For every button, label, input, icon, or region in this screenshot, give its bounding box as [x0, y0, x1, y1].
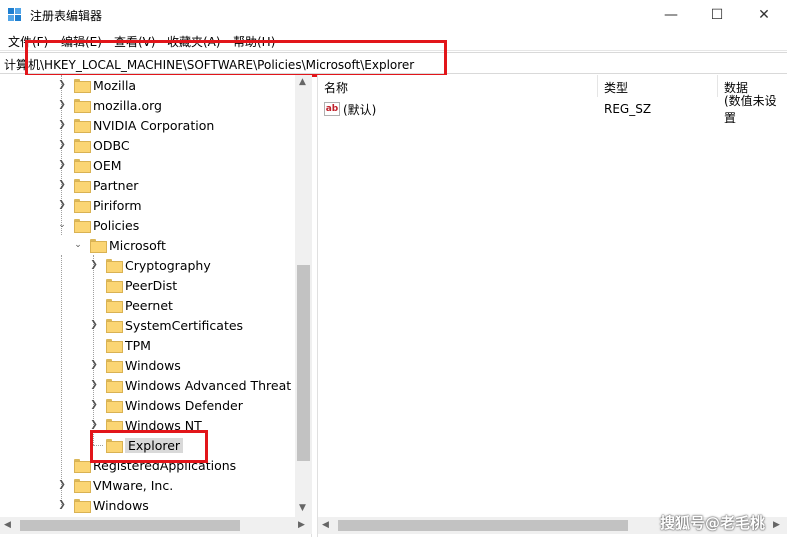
folder-icon [74, 79, 91, 93]
tree-item[interactable]: ❯ VMware, Inc. [56, 475, 173, 495]
chevron-right-icon[interactable]: ❯ [88, 399, 100, 411]
title-bar: 注册表编辑器 — ☐ ✕ [0, 0, 787, 30]
folder-icon [106, 439, 123, 453]
folder-open-icon [74, 219, 91, 233]
address-bar[interactable]: 计算机\HKEY_LOCAL_MACHINE\SOFTWARE\Policies… [0, 52, 787, 74]
tree-item[interactable]: ❯ Mozilla [56, 75, 136, 95]
tree-item-microsoft[interactable]: ⌄ Microsoft [72, 235, 166, 255]
menu-edit[interactable]: 编辑(E) [61, 33, 102, 50]
tree-item[interactable]: ❯ NVIDIA Corporation [56, 115, 214, 135]
chevron-down-icon[interactable]: ⌄ [56, 219, 68, 231]
tree-item[interactable]: ❯ OEM [56, 155, 122, 175]
list-hscroll-thumb[interactable] [338, 520, 628, 531]
tree-vertical-scrollbar[interactable]: ▲ ▼ [295, 75, 312, 517]
folder-icon [74, 139, 91, 153]
folder-icon [74, 479, 91, 493]
folder-icon [106, 399, 123, 413]
folder-icon [106, 299, 123, 313]
value-data: (数值未设置 [724, 94, 777, 125]
tree-item[interactable]: ❯ SystemCertificates [88, 315, 243, 335]
chevron-right-icon[interactable]: ❯ [56, 479, 68, 491]
menu-help[interactable]: 帮助(H) [233, 33, 275, 50]
chevron-right-icon[interactable]: ❯ [56, 99, 68, 111]
folder-icon [74, 179, 91, 193]
folder-icon [106, 259, 123, 273]
folder-icon [106, 319, 123, 333]
scroll-down-icon[interactable]: ▼ [299, 503, 306, 513]
menu-file[interactable]: 文件(F) [8, 33, 48, 50]
folder-icon [106, 379, 123, 393]
tree-item[interactable]: PeerDist [88, 275, 177, 295]
tree-item-explorer-selected[interactable]: Explorer [88, 435, 184, 455]
column-type[interactable]: 类型 [598, 75, 718, 97]
chevron-right-icon[interactable]: ❯ [88, 419, 100, 431]
chevron-right-icon[interactable]: ❯ [56, 79, 68, 91]
chevron-right-icon[interactable]: ❯ [56, 139, 68, 151]
tree-item[interactable]: RegisteredApplications [56, 455, 236, 475]
tree-hscroll-thumb[interactable] [20, 520, 240, 531]
tree-item[interactable]: ❯ Windows NT [88, 415, 202, 435]
scroll-up-icon[interactable]: ▲ [299, 77, 306, 87]
tree-scroll-thumb[interactable] [297, 265, 310, 461]
tree-item[interactable]: ❯ Windows [56, 495, 149, 515]
folder-icon [106, 339, 123, 353]
value-type: REG_SZ [604, 102, 652, 116]
list-item[interactable]: ab (默认) [324, 99, 376, 119]
folder-icon [106, 279, 123, 293]
scroll-left-icon[interactable]: ◀ [4, 520, 11, 530]
folder-icon [74, 159, 91, 173]
folder-icon [74, 99, 91, 113]
folder-open-icon [90, 239, 107, 253]
tree-item[interactable]: ❯ Windows [88, 355, 181, 375]
key-tree: ❯ Mozilla ❯ mozilla.org ❯ NVIDIA Corporatio… [0, 75, 312, 537]
chevron-right-icon[interactable]: ❯ [56, 119, 68, 131]
minimize-button[interactable]: — [648, 0, 694, 30]
regedit-app-icon [8, 8, 22, 22]
scroll-right-icon[interactable]: ▶ [298, 520, 305, 530]
chevron-right-icon[interactable]: ❯ [88, 379, 100, 391]
chevron-right-icon[interactable]: ❯ [56, 179, 68, 191]
chevron-right-icon[interactable]: ❯ [56, 499, 68, 511]
tree-item[interactable]: ❯ Windows Advanced Threat Pr [88, 375, 308, 395]
chevron-right-icon[interactable]: ❯ [88, 359, 100, 371]
folder-icon [106, 419, 123, 433]
tree-item[interactable]: TPM [88, 335, 151, 355]
value-list: 名称 类型 数据 ab (默认) REG_SZ (数值未设置 [317, 75, 787, 537]
scroll-right-icon[interactable]: ▶ [773, 520, 780, 530]
tree-item[interactable]: Peernet [88, 295, 173, 315]
string-value-icon: ab [324, 102, 340, 116]
address-path[interactable]: 计算机\HKEY_LOCAL_MACHINE\SOFTWARE\Policies… [4, 56, 414, 73]
column-name[interactable]: 名称 [318, 75, 598, 97]
maximize-button[interactable]: ☐ [694, 0, 740, 30]
menu-view[interactable]: 查看(V) [114, 33, 156, 50]
tree-horizontal-scrollbar[interactable]: ◀ ▶ [0, 517, 312, 534]
tree-item-policies[interactable]: ⌄ Policies [56, 215, 139, 235]
chevron-right-icon[interactable]: ❯ [56, 199, 68, 211]
folder-icon [74, 459, 91, 473]
tree-item[interactable]: ❯ Cryptography [88, 255, 211, 275]
watermark-text: 搜狐号@老毛桃 [660, 514, 766, 532]
folder-icon [106, 359, 123, 373]
tree-item[interactable]: ❯ Piriform [56, 195, 142, 215]
window-title: 注册表编辑器 [30, 9, 103, 23]
menu-bar: 文件(F) 编辑(E) 查看(V) 收藏夹(A) 帮助(H) [0, 30, 787, 51]
folder-icon [74, 199, 91, 213]
chevron-right-icon[interactable]: ❯ [88, 319, 100, 331]
folder-icon [74, 499, 91, 513]
value-name: (默认) [343, 102, 377, 117]
tree-item[interactable]: ❯ ODBC [56, 135, 130, 155]
chevron-right-icon[interactable]: ❯ [56, 159, 68, 171]
scroll-left-icon[interactable]: ◀ [322, 520, 329, 530]
menu-favorites[interactable]: 收藏夹(A) [167, 33, 221, 50]
tree-item[interactable]: ❯ Partner [56, 175, 138, 195]
chevron-down-icon[interactable]: ⌄ [72, 239, 84, 251]
folder-icon [74, 119, 91, 133]
tree-item[interactable]: ❯ Windows Defender [88, 395, 243, 415]
close-button[interactable]: ✕ [741, 0, 787, 30]
chevron-right-icon[interactable]: ❯ [88, 259, 100, 271]
tree-item[interactable]: ❯ mozilla.org [56, 95, 162, 115]
